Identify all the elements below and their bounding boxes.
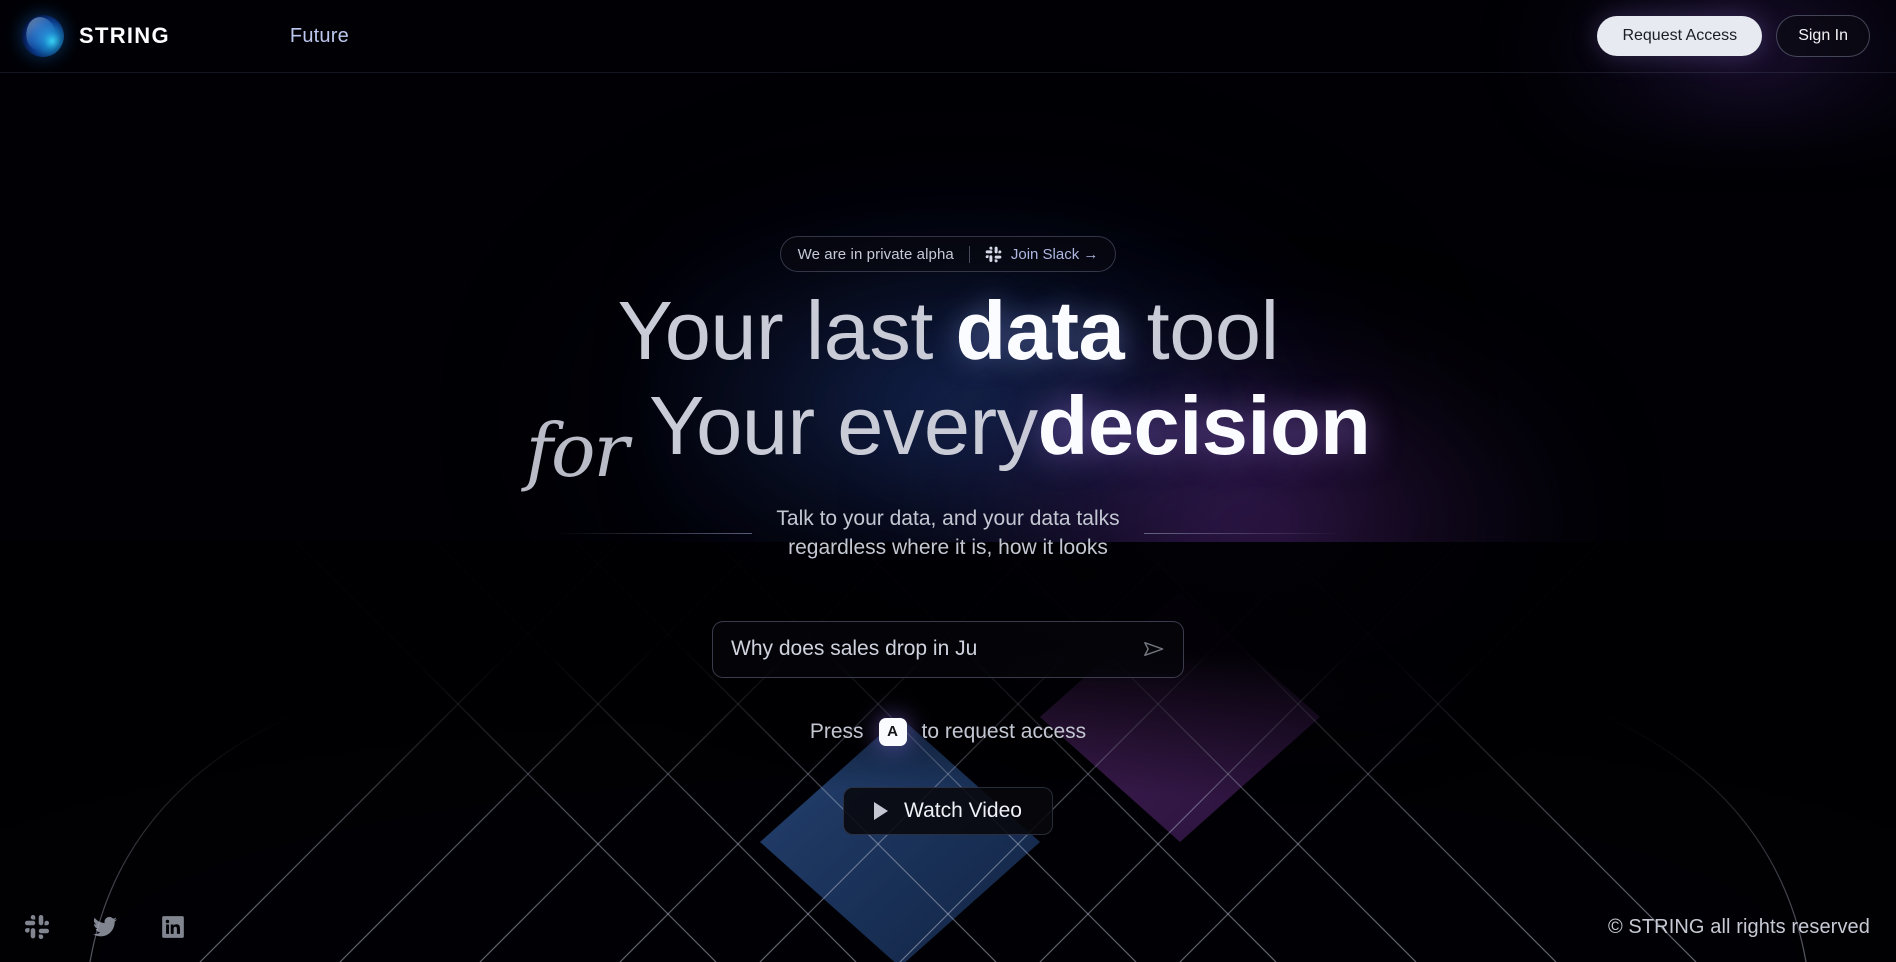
subtitle-rule-left [553, 533, 753, 535]
linkedin-icon[interactable] [160, 914, 186, 940]
sign-in-button[interactable]: Sign In [1776, 15, 1870, 57]
string-sphere-logo-icon [22, 15, 64, 57]
headline-for-script: for [525, 408, 629, 494]
press-key-hint: Press A to request access [809, 717, 1087, 746]
headline-your-every: Your every [648, 379, 1038, 472]
headline-tool: tool [1124, 284, 1279, 377]
hero-subtitle-row: Talk to your data, and your data talks r… [553, 505, 1344, 563]
headline-line-1: Your last data tool [526, 289, 1371, 372]
hero-subtitle: Talk to your data, and your data talks r… [752, 505, 1143, 563]
brand-name: STRING [79, 23, 170, 48]
send-icon[interactable] [1141, 636, 1167, 662]
landing-page: STRING Future Request Access Sign In We … [0, 0, 1896, 962]
prompt-input[interactable] [731, 637, 1141, 662]
twitter-icon[interactable] [92, 914, 118, 940]
copyright-text: © STRING all rights reserved [1607, 915, 1870, 938]
watch-video-button[interactable]: Watch Video [843, 786, 1053, 835]
header-actions: Request Access Sign In [1597, 15, 1870, 57]
site-footer: © STRING all rights reserved [0, 892, 1896, 962]
headline-your-last: Your last [617, 284, 956, 377]
nav-item-future[interactable]: Future [290, 25, 349, 48]
press-suffix-label: to request access [921, 719, 1087, 743]
key-a-button[interactable]: A [878, 717, 907, 746]
play-icon [874, 801, 889, 820]
brand[interactable]: STRING [22, 15, 170, 57]
private-alpha-badge[interactable]: We are in private alpha Join Slack → [779, 236, 1117, 272]
request-access-button[interactable]: Request Access [1597, 16, 1763, 56]
site-header: STRING Future Request Access Sign In [0, 0, 1896, 73]
badge-divider [968, 245, 970, 263]
subtitle-rule-right [1143, 533, 1344, 535]
social-links [10, 914, 186, 940]
slack-icon[interactable] [24, 914, 50, 940]
subtitle-line-2: regardless where it is, how it looks [788, 535, 1108, 559]
headline-decision: decision [1037, 379, 1371, 472]
headline-data: data [955, 284, 1125, 377]
press-prefix-label: Press [809, 719, 864, 743]
hero-headline: Your last data tool for Your every decisi… [526, 289, 1371, 488]
hero-section: We are in private alpha Join Slack → You… [0, 73, 1896, 962]
join-slack-label: Join Slack → [1010, 245, 1099, 263]
slack-icon [985, 246, 1002, 262]
join-slack-link[interactable]: Join Slack → [985, 245, 1099, 263]
alpha-badge-text: We are in private alpha [797, 245, 954, 263]
prompt-field-wrapper[interactable] [712, 620, 1184, 678]
subtitle-line-1: Talk to your data, and your data talks [776, 507, 1120, 530]
primary-nav: Future [290, 25, 349, 48]
headline-line-2: for Your every decision [526, 379, 1371, 488]
watch-video-label: Watch Video [904, 798, 1022, 822]
